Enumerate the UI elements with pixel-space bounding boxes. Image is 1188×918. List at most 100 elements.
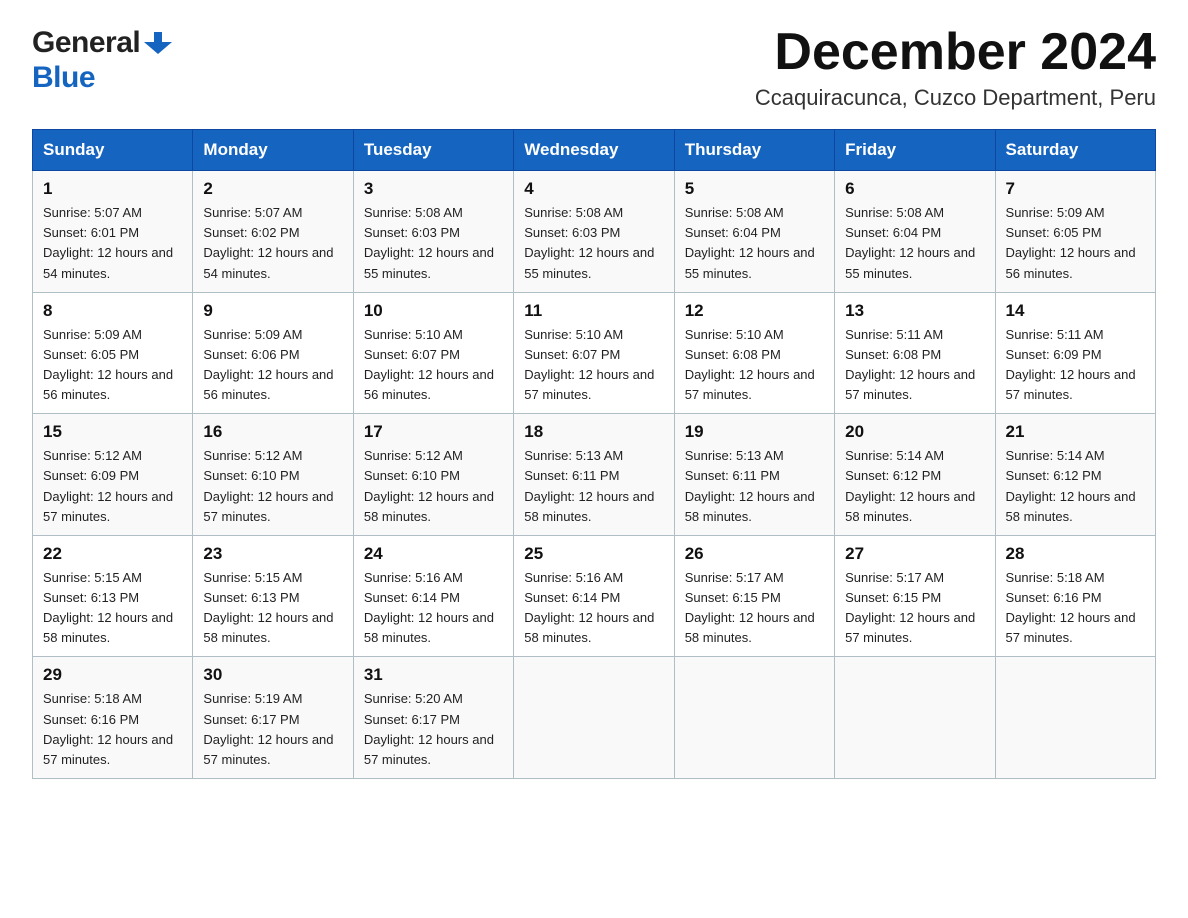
title-section: December 2024 Ccaquiracunca, Cuzco Depar… [755, 24, 1156, 111]
day-number: 3 [364, 179, 503, 199]
calendar-cell: 18Sunrise: 5:13 AMSunset: 6:11 PMDayligh… [514, 414, 674, 536]
day-number: 1 [43, 179, 182, 199]
calendar-week-row: 15Sunrise: 5:12 AMSunset: 6:09 PMDayligh… [33, 414, 1156, 536]
day-number: 12 [685, 301, 824, 321]
day-info: Sunrise: 5:12 AMSunset: 6:10 PMDaylight:… [364, 446, 503, 527]
day-number: 14 [1006, 301, 1145, 321]
day-info: Sunrise: 5:10 AMSunset: 6:07 PMDaylight:… [524, 325, 663, 406]
calendar-cell: 21Sunrise: 5:14 AMSunset: 6:12 PMDayligh… [995, 414, 1155, 536]
day-number: 28 [1006, 544, 1145, 564]
calendar-cell: 31 Sunrise: 5:20 AMSunset: 6:17 PMDayligh… [353, 657, 513, 779]
day-number: 7 [1006, 179, 1145, 199]
calendar-cell: 27 Sunrise: 5:17 AMSunset: 6:15 PMDayligh… [835, 535, 995, 657]
calendar-cell: 10 Sunrise: 5:10 AMSunset: 6:07 PMDayligh… [353, 292, 513, 414]
day-number: 10 [364, 301, 503, 321]
calendar-week-row: 29Sunrise: 5:18 AMSunset: 6:16 PMDayligh… [33, 657, 1156, 779]
calendar-cell: 19 Sunrise: 5:13 AMSunset: 6:11 PMDayligh… [674, 414, 834, 536]
calendar-cell: 13Sunrise: 5:11 AMSunset: 6:08 PMDayligh… [835, 292, 995, 414]
calendar-cell: 15Sunrise: 5:12 AMSunset: 6:09 PMDayligh… [33, 414, 193, 536]
day-number: 25 [524, 544, 663, 564]
calendar-cell: 3 Sunrise: 5:08 AMSunset: 6:03 PMDaylight… [353, 171, 513, 293]
logo-general-text: General [32, 26, 140, 60]
day-number: 31 [364, 665, 503, 685]
day-info: Sunrise: 5:16 AMSunset: 6:14 PMDaylight:… [524, 568, 663, 649]
calendar-cell: 14 Sunrise: 5:11 AMSunset: 6:09 PMDayligh… [995, 292, 1155, 414]
calendar-cell [674, 657, 834, 779]
calendar-cell: 29Sunrise: 5:18 AMSunset: 6:16 PMDayligh… [33, 657, 193, 779]
day-number: 4 [524, 179, 663, 199]
weekday-header-tuesday: Tuesday [353, 130, 513, 171]
day-info: Sunrise: 5:09 AMSunset: 6:06 PMDaylight:… [203, 325, 342, 406]
calendar-cell: 17Sunrise: 5:12 AMSunset: 6:10 PMDayligh… [353, 414, 513, 536]
page: General Blue December 2024 Ccaquiracunca… [0, 0, 1188, 803]
weekday-header-saturday: Saturday [995, 130, 1155, 171]
day-info: Sunrise: 5:13 AMSunset: 6:11 PMDaylight:… [685, 446, 824, 527]
day-info: Sunrise: 5:15 AMSunset: 6:13 PMDaylight:… [203, 568, 342, 649]
calendar-cell: 23 Sunrise: 5:15 AMSunset: 6:13 PMDayligh… [193, 535, 353, 657]
weekday-header-row: SundayMondayTuesdayWednesdayThursdayFrid… [33, 130, 1156, 171]
calendar-cell: 11 Sunrise: 5:10 AMSunset: 6:07 PMDayligh… [514, 292, 674, 414]
calendar-cell: 25 Sunrise: 5:16 AMSunset: 6:14 PMDayligh… [514, 535, 674, 657]
day-number: 26 [685, 544, 824, 564]
calendar-cell: 4 Sunrise: 5:08 AMSunset: 6:03 PMDaylight… [514, 171, 674, 293]
day-number: 11 [524, 301, 663, 321]
day-info: Sunrise: 5:07 AMSunset: 6:01 PMDaylight:… [43, 203, 182, 284]
day-number: 23 [203, 544, 342, 564]
day-number: 22 [43, 544, 182, 564]
day-info: Sunrise: 5:07 AMSunset: 6:02 PMDaylight:… [203, 203, 342, 284]
weekday-header-wednesday: Wednesday [514, 130, 674, 171]
day-number: 16 [203, 422, 342, 442]
day-number: 21 [1006, 422, 1145, 442]
main-title: December 2024 [755, 24, 1156, 81]
day-number: 9 [203, 301, 342, 321]
day-info: Sunrise: 5:10 AMSunset: 6:08 PMDaylight:… [685, 325, 824, 406]
calendar-cell: 16Sunrise: 5:12 AMSunset: 6:10 PMDayligh… [193, 414, 353, 536]
day-info: Sunrise: 5:16 AMSunset: 6:14 PMDaylight:… [364, 568, 503, 649]
calendar-cell: 30Sunrise: 5:19 AMSunset: 6:17 PMDayligh… [193, 657, 353, 779]
calendar-cell: 5 Sunrise: 5:08 AMSunset: 6:04 PMDaylight… [674, 171, 834, 293]
calendar-cell: 9 Sunrise: 5:09 AMSunset: 6:06 PMDaylight… [193, 292, 353, 414]
day-info: Sunrise: 5:14 AMSunset: 6:12 PMDaylight:… [845, 446, 984, 527]
day-info: Sunrise: 5:17 AMSunset: 6:15 PMDaylight:… [845, 568, 984, 649]
header: General Blue December 2024 Ccaquiracunca… [32, 24, 1156, 111]
day-info: Sunrise: 5:13 AMSunset: 6:11 PMDaylight:… [524, 446, 663, 527]
calendar-cell: 6 Sunrise: 5:08 AMSunset: 6:04 PMDaylight… [835, 171, 995, 293]
subtitle: Ccaquiracunca, Cuzco Department, Peru [755, 85, 1156, 111]
calendar-week-row: 22 Sunrise: 5:15 AMSunset: 6:13 PMDayligh… [33, 535, 1156, 657]
calendar-cell [514, 657, 674, 779]
day-info: Sunrise: 5:10 AMSunset: 6:07 PMDaylight:… [364, 325, 503, 406]
calendar-cell: 26 Sunrise: 5:17 AMSunset: 6:15 PMDayligh… [674, 535, 834, 657]
calendar-cell: 22 Sunrise: 5:15 AMSunset: 6:13 PMDayligh… [33, 535, 193, 657]
day-info: Sunrise: 5:18 AMSunset: 6:16 PMDaylight:… [43, 689, 182, 770]
weekday-header-friday: Friday [835, 130, 995, 171]
day-info: Sunrise: 5:20 AMSunset: 6:17 PMDaylight:… [364, 689, 503, 770]
day-info: Sunrise: 5:19 AMSunset: 6:17 PMDaylight:… [203, 689, 342, 770]
day-info: Sunrise: 5:17 AMSunset: 6:15 PMDaylight:… [685, 568, 824, 649]
day-info: Sunrise: 5:08 AMSunset: 6:03 PMDaylight:… [524, 203, 663, 284]
day-info: Sunrise: 5:09 AMSunset: 6:05 PMDaylight:… [43, 325, 182, 406]
logo: General Blue [32, 24, 174, 95]
day-number: 20 [845, 422, 984, 442]
day-number: 27 [845, 544, 984, 564]
day-number: 6 [845, 179, 984, 199]
calendar-cell: 7Sunrise: 5:09 AMSunset: 6:05 PMDaylight… [995, 171, 1155, 293]
day-number: 19 [685, 422, 824, 442]
day-info: Sunrise: 5:18 AMSunset: 6:16 PMDaylight:… [1006, 568, 1145, 649]
day-info: Sunrise: 5:08 AMSunset: 6:04 PMDaylight:… [845, 203, 984, 284]
day-number: 5 [685, 179, 824, 199]
day-info: Sunrise: 5:12 AMSunset: 6:09 PMDaylight:… [43, 446, 182, 527]
calendar-week-row: 1 Sunrise: 5:07 AMSunset: 6:01 PMDaylight… [33, 171, 1156, 293]
day-info: Sunrise: 5:11 AMSunset: 6:09 PMDaylight:… [1006, 325, 1145, 406]
logo-arrow-icon [142, 24, 174, 61]
day-info: Sunrise: 5:08 AMSunset: 6:04 PMDaylight:… [685, 203, 824, 284]
weekday-header-thursday: Thursday [674, 130, 834, 171]
day-info: Sunrise: 5:08 AMSunset: 6:03 PMDaylight:… [364, 203, 503, 284]
weekday-header-monday: Monday [193, 130, 353, 171]
day-info: Sunrise: 5:15 AMSunset: 6:13 PMDaylight:… [43, 568, 182, 649]
calendar-cell [835, 657, 995, 779]
day-number: 8 [43, 301, 182, 321]
calendar-cell: 12 Sunrise: 5:10 AMSunset: 6:08 PMDayligh… [674, 292, 834, 414]
day-number: 13 [845, 301, 984, 321]
weekday-header-sunday: Sunday [33, 130, 193, 171]
calendar-cell: 28 Sunrise: 5:18 AMSunset: 6:16 PMDayligh… [995, 535, 1155, 657]
